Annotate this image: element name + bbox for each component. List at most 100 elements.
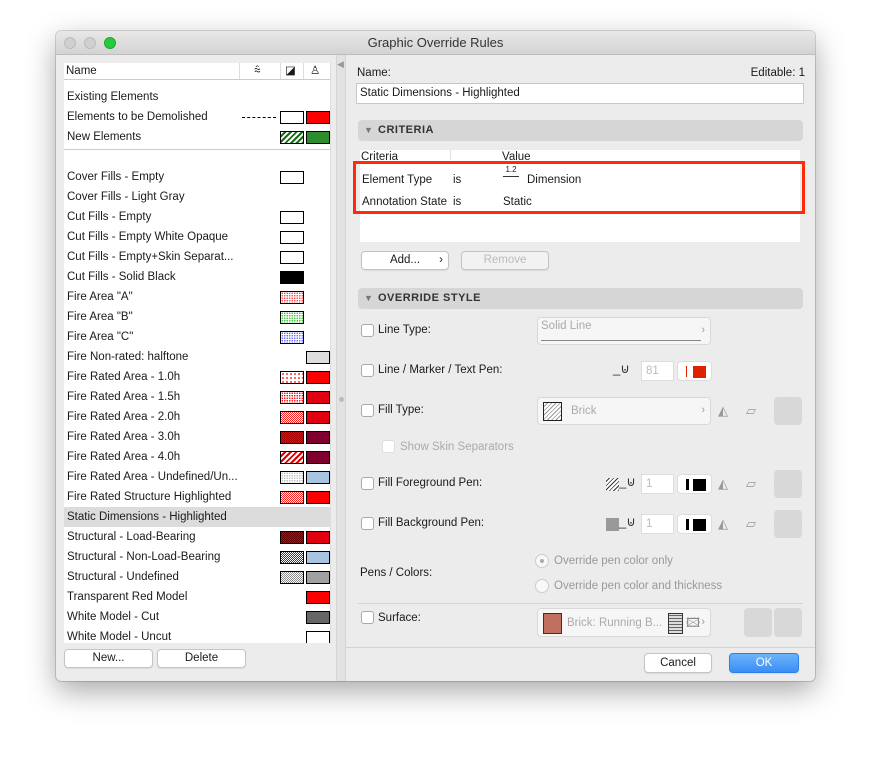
- list-item[interactable]: Structural - Undefined: [64, 567, 330, 587]
- list-item[interactable]: Fire Non-rated: halftone: [64, 347, 330, 367]
- list-item[interactable]: Fire Area "A": [64, 287, 330, 307]
- list-item-label: Structural - Non-Load-Bearing: [67, 551, 221, 563]
- fill-type-dropdown[interactable]: Brick ›: [537, 397, 711, 425]
- cover-fill-icon[interactable]: ▱: [746, 476, 756, 492]
- list-item[interactable]: Fire Rated Structure Highlighted: [64, 487, 330, 507]
- list-item[interactable]: Existing Elements: [64, 87, 330, 107]
- drafting-fill-button[interactable]: [774, 510, 802, 538]
- line-pen-checkbox[interactable]: [361, 364, 374, 377]
- window-title: Graphic Override Rules: [367, 35, 504, 50]
- list-item[interactable]: New Elements: [64, 127, 330, 147]
- line-pen-input[interactable]: 81: [641, 361, 674, 381]
- list-item[interactable]: Structural - Load-Bearing: [64, 527, 330, 547]
- list-item-label: Cut Fills - Empty: [67, 211, 152, 223]
- line-pen-color-button[interactable]: [677, 361, 712, 381]
- cut-fill-swatch: [280, 571, 304, 584]
- cut-fill-swatch: [280, 111, 304, 124]
- cancel-button[interactable]: Cancel: [644, 653, 712, 673]
- list-item[interactable]: Fire Rated Area - 1.5h: [64, 387, 330, 407]
- delete-button[interactable]: Delete: [157, 649, 246, 668]
- list-item[interactable]: Cut Fills - Empty+Skin Separat...: [64, 247, 330, 267]
- surface-swatch: [306, 431, 330, 444]
- cut-fill-icon[interactable]: ◭: [718, 403, 728, 419]
- list-item[interactable]: Cover Fills - Empty: [64, 167, 330, 187]
- surface-swatch: [306, 351, 330, 364]
- list-item[interactable]: Elements to be Demolished: [64, 107, 330, 127]
- list-item[interactable]: Cover Fills - Light Gray: [64, 187, 330, 207]
- cover-fill-icon[interactable]: ▱: [746, 516, 756, 532]
- splitter-handle[interactable]: [339, 397, 344, 402]
- fill-bg-pen-input[interactable]: 1: [641, 514, 674, 534]
- criteria-section-header[interactable]: ▼ CRITERIA: [358, 120, 803, 141]
- list-item[interactable]: Fire Area "C": [64, 327, 330, 347]
- list-item-label: Structural - Undefined: [67, 571, 179, 583]
- list-item[interactable]: Cut Fills - Solid Black: [64, 267, 330, 287]
- line-type-dropdown[interactable]: Solid Line ›: [537, 317, 711, 345]
- cut-fill-swatch: [280, 251, 304, 264]
- list-item[interactable]: Fire Rated Area - Undefined/Un...: [64, 467, 330, 487]
- surface-swatch: [306, 471, 330, 484]
- surface-swatch: [306, 591, 330, 604]
- surface-paint-button[interactable]: [744, 608, 772, 637]
- surface-swatch: [306, 491, 330, 504]
- list-item[interactable]: Cut Fills - Empty White Opaque: [64, 227, 330, 247]
- override-color-thickness-radio[interactable]: [535, 579, 549, 593]
- list-item-label: Fire Non-rated: halftone: [67, 351, 189, 363]
- fill-bg-pen-checkbox[interactable]: [361, 517, 374, 530]
- cut-fill-icon[interactable]: ◭: [718, 516, 728, 532]
- list-item[interactable]: Fire Area "B": [64, 307, 330, 327]
- list-item-label: White Model - Cut: [67, 611, 160, 623]
- surface-swatch: [306, 551, 330, 564]
- new-button[interactable]: New...: [64, 649, 153, 668]
- fill-type-checkbox[interactable]: [361, 404, 374, 417]
- cut-fill-icon[interactable]: ◭: [718, 476, 728, 492]
- name-input[interactable]: Static Dimensions - Highlighted: [356, 83, 804, 104]
- rules-list[interactable]: Name ⩯ ◪ ♙ Existing Elements Elements to …: [64, 63, 331, 643]
- cut-fill-swatch: [280, 211, 304, 224]
- surface-swatch: [306, 131, 330, 144]
- pen-icon: _⊍: [613, 361, 630, 376]
- override-style-section-header[interactable]: ▼ OVERRIDE STYLE: [358, 288, 803, 309]
- minimize-button[interactable]: [84, 37, 96, 49]
- collapse-arrow-icon[interactable]: ◀: [337, 59, 344, 70]
- surface-checkbox[interactable]: [361, 611, 374, 624]
- override-color-only-label: Override pen color only: [554, 555, 673, 567]
- hatch-icon: [606, 478, 619, 491]
- list-item[interactable]: Fire Rated Area - 4.0h: [64, 447, 330, 467]
- list-item-label: Cover Fills - Empty: [67, 171, 165, 183]
- fill-fg-pen-color-button[interactable]: [677, 474, 712, 494]
- add-criteria-button[interactable]: Add... ›: [361, 251, 449, 270]
- line-type-checkbox[interactable]: [361, 324, 374, 337]
- list-item[interactable]: Fire Rated Area - 3.0h: [64, 427, 330, 447]
- surface-paint-all-button[interactable]: [774, 608, 802, 637]
- remove-criteria-button[interactable]: Remove: [461, 251, 549, 270]
- fill-fg-pen-checkbox[interactable]: [361, 477, 374, 490]
- line-pen-label: Line / Marker / Text Pen:: [378, 364, 503, 376]
- close-button[interactable]: [64, 37, 76, 49]
- line-type-value: Solid Line: [541, 320, 592, 332]
- drafting-fill-button[interactable]: [774, 397, 802, 425]
- list-item[interactable]: Fire Rated Area - 2.0h: [64, 407, 330, 427]
- list-item[interactable]: Structural - Non-Load-Bearing: [64, 547, 330, 567]
- drafting-fill-button[interactable]: [774, 470, 802, 498]
- surface-swatch: [306, 571, 330, 584]
- surface-dropdown[interactable]: Brick: Running B... 🖾 ›: [537, 608, 711, 637]
- list-item[interactable]: Cut Fills - Empty: [64, 207, 330, 227]
- surface-swatch: [306, 451, 330, 464]
- list-item-label: New Elements: [67, 131, 142, 143]
- background-swatch-icon: [606, 518, 619, 531]
- list-item[interactable]: White Model - Cut: [64, 607, 330, 627]
- zoom-button[interactable]: [104, 37, 116, 49]
- list-item[interactable]: Static Dimensions - Highlighted: [64, 507, 330, 527]
- splitter[interactable]: ◀: [336, 55, 346, 681]
- list-item[interactable]: Transparent Red Model: [64, 587, 330, 607]
- list-item[interactable]: White Model - Uncut: [64, 627, 330, 643]
- list-item-label: Elements to be Demolished: [67, 111, 208, 123]
- ok-button[interactable]: OK: [729, 653, 799, 673]
- fill-bg-pen-color-button[interactable]: [677, 514, 712, 534]
- show-skin-separators-checkbox[interactable]: [382, 440, 395, 453]
- fill-fg-pen-input[interactable]: 1: [641, 474, 674, 494]
- override-color-only-radio[interactable]: [535, 554, 549, 568]
- cover-fill-icon[interactable]: ▱: [746, 403, 756, 419]
- list-item[interactable]: Fire Rated Area - 1.0h: [64, 367, 330, 387]
